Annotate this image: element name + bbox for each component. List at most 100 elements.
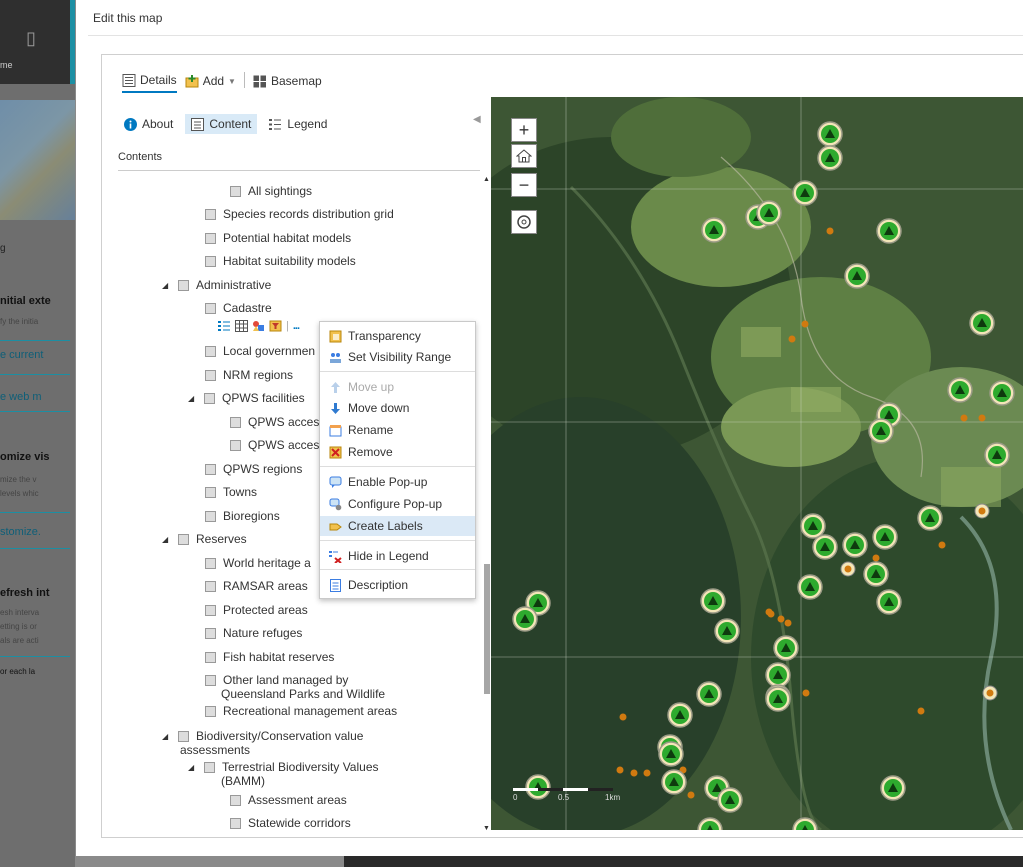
point-dot[interactable] xyxy=(788,335,796,343)
zoom-in-button[interactable]: + xyxy=(511,118,537,142)
point-dot[interactable] xyxy=(802,689,810,697)
layer-checkbox[interactable] xyxy=(204,392,215,404)
layer-checkbox[interactable] xyxy=(205,674,216,686)
point-dot[interactable] xyxy=(978,414,986,422)
layer-checkbox[interactable] xyxy=(205,255,216,267)
layer-item[interactable]: Local governmen xyxy=(205,344,315,358)
layer-checkbox[interactable] xyxy=(230,817,241,829)
facility-marker[interactable] xyxy=(773,635,799,661)
layer-item[interactable]: Statewide corridors xyxy=(230,816,351,830)
layer-checkbox[interactable] xyxy=(204,761,215,773)
layer-item[interactable]: All sightings xyxy=(230,184,312,198)
facility-marker[interactable] xyxy=(765,686,791,712)
layer-item[interactable]: QPWS acces xyxy=(230,438,319,452)
point-dot[interactable] xyxy=(784,619,792,627)
facility-marker[interactable] xyxy=(700,588,726,614)
facility-marker[interactable] xyxy=(817,121,843,147)
map-view[interactable]: + − 0 0.5 1km xyxy=(491,97,1023,830)
facility-marker[interactable] xyxy=(817,145,843,171)
layer-group[interactable]: ◢ Administrative xyxy=(162,278,271,292)
menu-item-hide-in-legend[interactable]: Hide in Legend xyxy=(320,546,475,566)
tab-legend[interactable]: Legend xyxy=(263,114,333,134)
facility-marker[interactable] xyxy=(876,218,902,244)
layer-checkbox[interactable] xyxy=(230,185,241,197)
layer-item[interactable]: Assessment areas xyxy=(230,793,347,807)
layer-group[interactable]: ◢ Biodiversity/Conservation value xyxy=(162,729,363,743)
layer-checkbox[interactable] xyxy=(205,627,216,639)
details-button[interactable]: Details xyxy=(122,73,177,93)
facility-marker[interactable] xyxy=(812,534,838,560)
facility-markers-layer[interactable] xyxy=(491,97,1023,830)
layer-checkbox[interactable] xyxy=(178,730,189,742)
layer-item[interactable]: Fish habitat reserves xyxy=(205,650,334,664)
expand-triangle-icon[interactable]: ◢ xyxy=(162,535,170,544)
facility-marker[interactable] xyxy=(917,505,943,531)
layer-checkbox[interactable] xyxy=(230,416,241,428)
menu-item-enable-pop-up[interactable]: Enable Pop-up xyxy=(320,472,475,492)
facility-marker[interactable] xyxy=(714,618,740,644)
point-dot[interactable] xyxy=(643,769,651,777)
layer-checkbox[interactable] xyxy=(205,557,216,569)
point-dot[interactable] xyxy=(960,414,968,422)
layer-item[interactable]: QPWS acces xyxy=(230,415,319,429)
expand-triangle-icon[interactable]: ◢ xyxy=(188,394,196,403)
tab-content[interactable]: Content xyxy=(185,114,258,134)
facility-marker[interactable] xyxy=(876,589,902,615)
point-dot[interactable] xyxy=(872,554,880,562)
facility-marker[interactable] xyxy=(512,606,538,632)
facility-marker[interactable] xyxy=(800,513,826,539)
point-marker[interactable] xyxy=(974,503,990,519)
point-marker[interactable] xyxy=(840,561,856,577)
layer-item[interactable]: World heritage a xyxy=(205,556,311,570)
scrollbar-thumb[interactable] xyxy=(484,564,490,694)
point-dot[interactable] xyxy=(630,769,638,777)
layer-item[interactable]: Habitat suitability models xyxy=(205,254,356,268)
home-button[interactable] xyxy=(511,144,537,168)
point-dot[interactable] xyxy=(938,541,946,549)
layer-checkbox[interactable] xyxy=(205,208,216,220)
layer-checkbox[interactable] xyxy=(205,580,216,592)
layer-checkbox[interactable] xyxy=(205,651,216,663)
layer-checkbox[interactable] xyxy=(205,302,216,314)
facility-marker[interactable] xyxy=(880,775,906,801)
basemap-button[interactable]: Basemap xyxy=(253,74,322,88)
locate-button[interactable] xyxy=(511,210,537,234)
facility-marker[interactable] xyxy=(717,787,743,813)
facility-marker[interactable] xyxy=(792,180,818,206)
layer-checkbox[interactable] xyxy=(205,486,216,498)
facility-marker[interactable] xyxy=(697,817,723,830)
layer-item[interactable]: NRM regions xyxy=(205,368,293,382)
layer-checkbox[interactable] xyxy=(178,533,189,545)
menu-item-description[interactable]: Description xyxy=(320,575,475,595)
layer-item[interactable]: Towns xyxy=(205,485,257,499)
tab-about[interactable]: About xyxy=(118,114,179,134)
menu-item-remove[interactable]: Remove xyxy=(320,442,475,462)
facility-marker[interactable] xyxy=(661,769,687,795)
more-options-icon[interactable]: ... xyxy=(293,320,300,332)
point-dot[interactable] xyxy=(801,320,809,328)
menu-item-transparency[interactable]: Transparency xyxy=(320,326,475,346)
facility-marker[interactable] xyxy=(947,377,973,403)
layer-item[interactable]: Species records distribution grid xyxy=(205,207,394,221)
layer-checkbox[interactable] xyxy=(178,279,189,291)
facility-marker[interactable] xyxy=(844,263,870,289)
facility-marker[interactable] xyxy=(797,574,823,600)
layer-item[interactable]: Potential habitat models xyxy=(205,231,351,245)
layer-checkbox[interactable] xyxy=(230,439,241,451)
menu-item-create-labels[interactable]: Create Labels xyxy=(320,516,475,536)
layer-item[interactable]: Cadastre xyxy=(205,301,272,315)
layer-item[interactable]: Recreational management areas xyxy=(205,704,397,718)
menu-item-move-down[interactable]: Move down xyxy=(320,398,475,418)
facility-marker[interactable] xyxy=(868,418,894,444)
menu-item-set-visibility-range[interactable]: Set Visibility Range xyxy=(320,347,475,367)
facility-marker[interactable] xyxy=(792,817,818,830)
facility-marker[interactable] xyxy=(701,217,727,243)
layer-item[interactable]: Other land managed by xyxy=(205,673,348,687)
point-dot[interactable] xyxy=(616,766,624,774)
menu-item-rename[interactable]: Rename xyxy=(320,420,475,440)
facility-marker[interactable] xyxy=(969,310,995,336)
show-legend-icon[interactable] xyxy=(218,320,231,332)
layer-checkbox[interactable] xyxy=(205,345,216,357)
layer-item[interactable]: Protected areas xyxy=(205,603,308,617)
menu-item-configure-pop-up[interactable]: Configure Pop-up xyxy=(320,494,475,514)
